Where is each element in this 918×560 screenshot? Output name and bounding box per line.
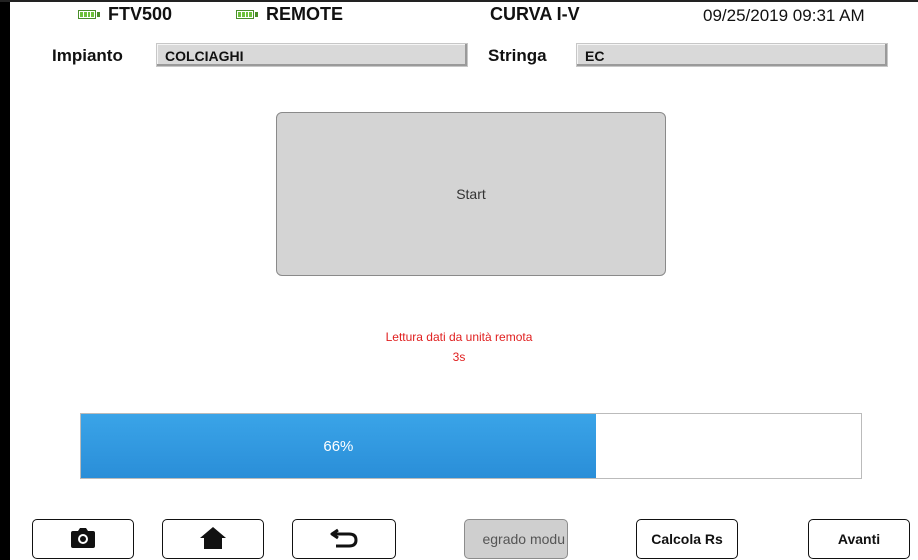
screen-frame-top [0, 0, 918, 2]
impianto-label: Impianto [52, 46, 123, 65]
device-name: FTV500 [108, 4, 173, 24]
start-button[interactable]: Start [276, 112, 666, 276]
degrado-moduli-button[interactable]: egrado modu [464, 519, 568, 559]
progress-text: 66% [323, 437, 354, 455]
camera-icon [71, 527, 95, 551]
stringa-label: Stringa [488, 46, 547, 65]
remote-status: REMOTE [236, 4, 343, 25]
screen-title: CURVA I-V [490, 4, 580, 25]
impianto-field[interactable]: COLCIAGHI [156, 43, 468, 67]
degrado-moduli-label: egrado modu [482, 531, 565, 547]
countdown-text: 3s [452, 350, 466, 364]
back-arrow-icon [330, 528, 358, 551]
battery-icon [236, 10, 258, 19]
home-icon [200, 526, 226, 552]
progress-bar: 66% [80, 413, 862, 479]
calcola-rs-button[interactable]: Calcola Rs [636, 519, 738, 559]
screen-title-text: CURVA I-V [490, 4, 580, 24]
camera-button[interactable] [32, 519, 134, 559]
home-button[interactable] [162, 519, 264, 559]
datetime: 09/25/2019 09:31 AM [703, 6, 865, 25]
avanti-label: Avanti [837, 531, 881, 547]
device-status: FTV500 [78, 4, 172, 25]
remote-label: REMOTE [266, 4, 344, 24]
status-message: Lettura dati da unità remota [385, 330, 533, 344]
screen-frame-left [0, 0, 10, 560]
status-bar: FTV500 REMOTE CURVA I-V 09/25/2019 09:31… [0, 4, 918, 30]
start-button-label: Start [456, 186, 486, 202]
field-row: Impianto COLCIAGHI Stringa EC [0, 43, 918, 69]
stringa-field[interactable]: EC [576, 43, 888, 67]
avanti-button[interactable]: Avanti [808, 519, 910, 559]
back-button[interactable] [292, 519, 396, 559]
battery-icon [78, 10, 100, 19]
calcola-rs-label: Calcola Rs [651, 531, 723, 547]
